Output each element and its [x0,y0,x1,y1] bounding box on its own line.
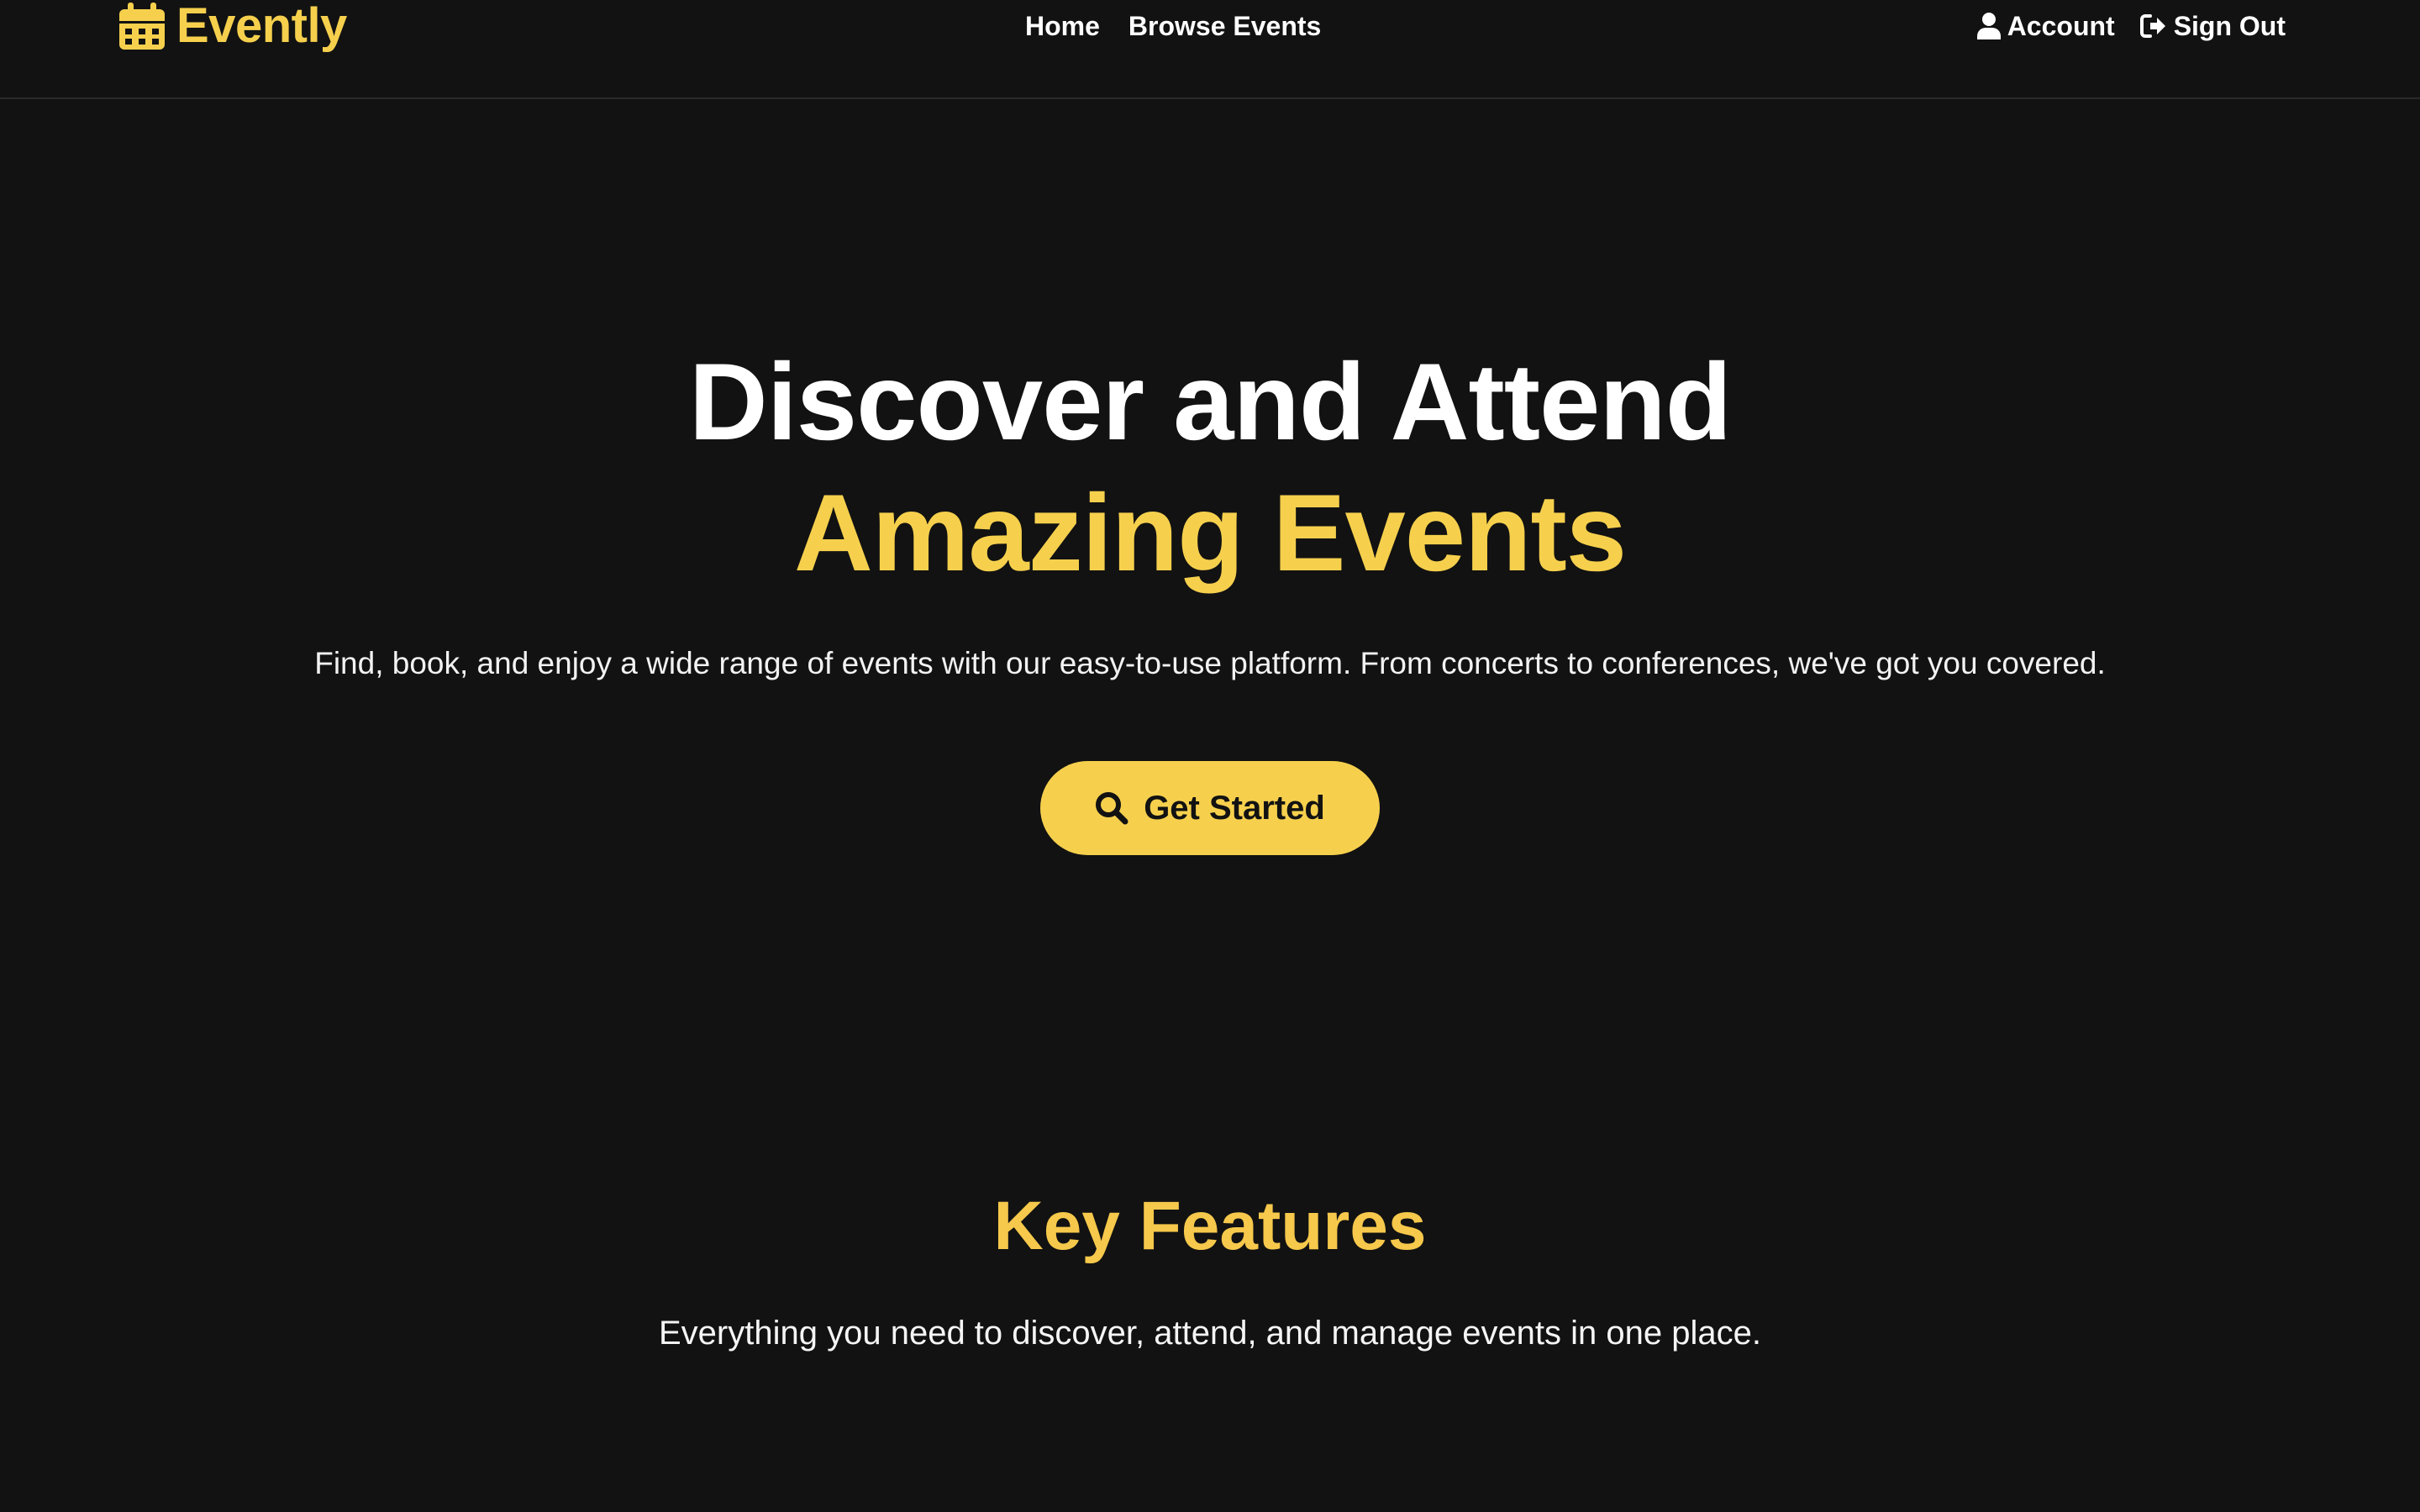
nav-link-home[interactable]: Home [1025,11,1100,42]
calendar-icon [119,3,165,50]
brand-logo-link[interactable]: Evently [119,0,347,52]
sign-out-label: Sign Out [2173,10,2286,41]
hero-title: Discover and Attend Amazing Events [0,336,2420,598]
sign-out-icon [2139,14,2165,38]
hero-title-line2: Amazing Events [793,471,1627,594]
account-link[interactable]: Account [1976,10,2115,42]
top-navbar: Evently Home Browse Events Account Sign … [0,0,2420,99]
nav-link-browse-events[interactable]: Browse Events [1128,11,1321,42]
user-icon [1976,13,2001,39]
hero-section: Discover and Attend Amazing Events Find,… [0,336,2420,855]
hero-title-line1: Discover and Attend [688,340,1732,463]
sign-out-link[interactable]: Sign Out [2139,10,2286,42]
user-actions: Account Sign Out [1976,0,2286,52]
search-icon [1096,792,1128,825]
get-started-label: Get Started [1144,789,1325,827]
features-title: Key Features [993,1188,1427,1264]
features-section: Key Features Everything you need to disc… [0,1184,2420,1356]
get-started-button[interactable]: Get Started [1040,761,1380,855]
hero-subtitle: Find, book, and enjoy a wide range of ev… [314,646,2106,680]
main-nav: Home Browse Events [1025,0,1321,52]
features-subtitle: Everything you need to discover, attend,… [659,1315,1761,1352]
account-label: Account [2007,10,2115,41]
brand-name: Evently [176,0,347,53]
